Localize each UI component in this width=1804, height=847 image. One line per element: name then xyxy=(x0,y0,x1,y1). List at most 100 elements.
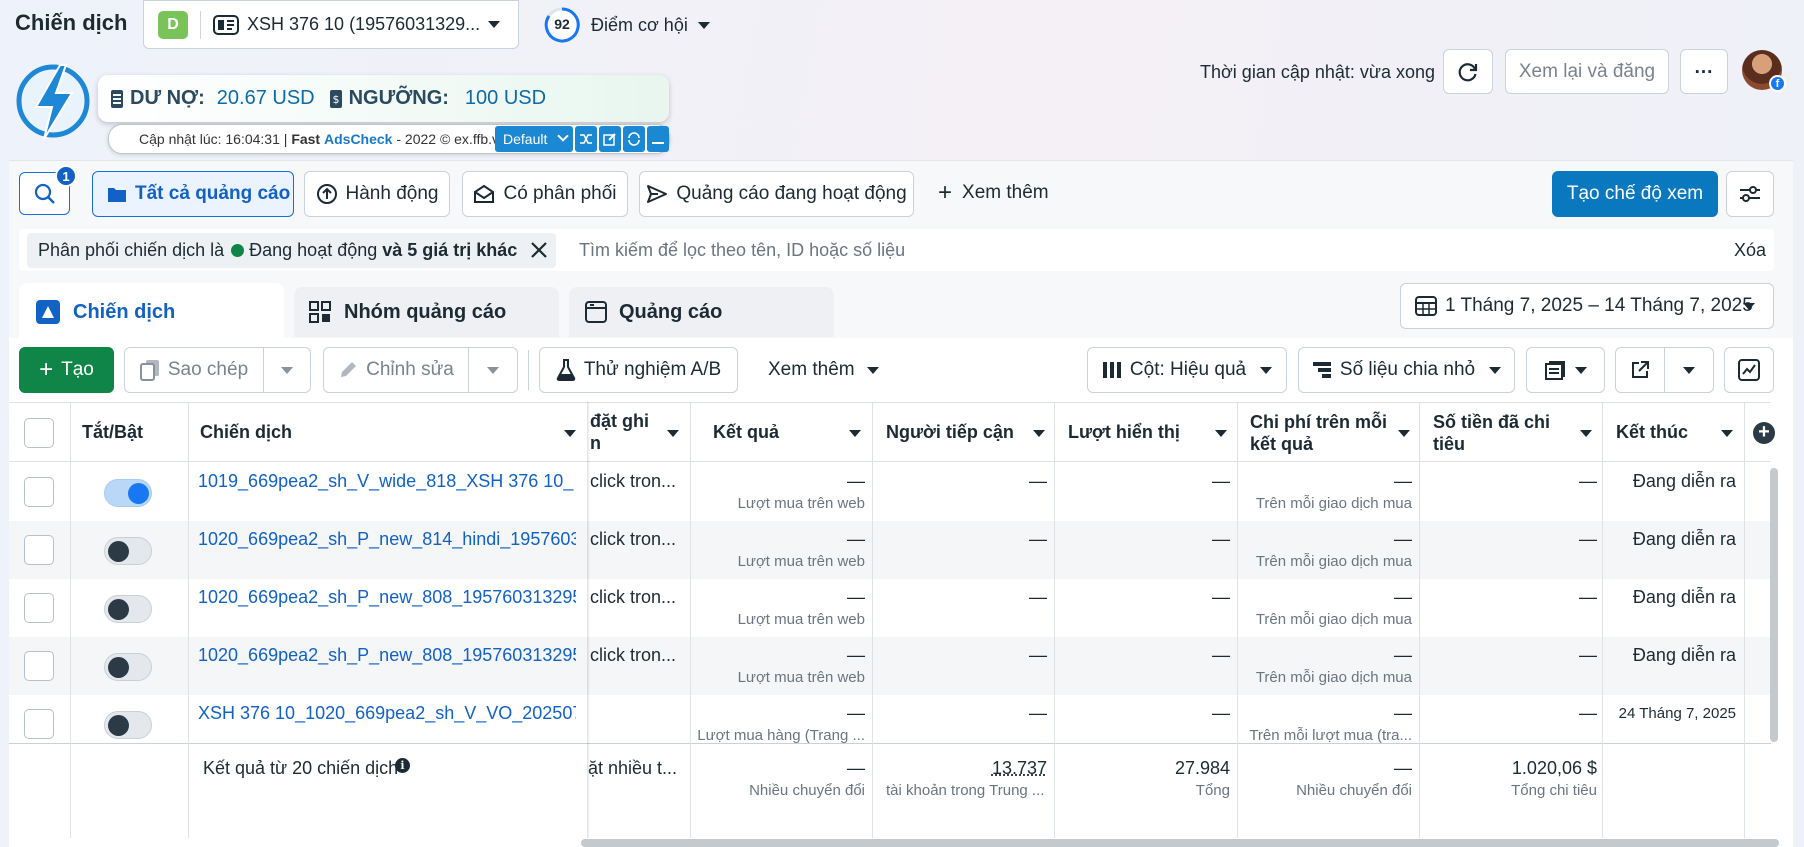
edit-campaign-button[interactable]: Chỉnh sửa xyxy=(323,347,469,393)
row-checkbox[interactable] xyxy=(24,593,54,623)
campaign-name-link[interactable]: 1019_669pea2_sh_V_wide_818_XSH 376 10_ xyxy=(198,471,576,492)
col-results-header[interactable]: Kết quả xyxy=(713,421,779,443)
col-cpr-header[interactable]: Chi phí trên mỗi kết quả xyxy=(1250,411,1387,455)
filter-chip[interactable]: Phân phối chiến dịch là Đang hoạt động v… xyxy=(27,233,556,268)
col-cpr-line1: Chi phí trên mỗi xyxy=(1250,412,1387,432)
plus-icon: + xyxy=(39,356,54,383)
col-toggle-header[interactable]: Tắt/Bật xyxy=(82,421,143,443)
campaign-name-link[interactable]: 1020_669pea2_sh_P_new_814_hindi_19576031… xyxy=(198,529,576,550)
chevron-down-icon[interactable] xyxy=(667,430,679,437)
chevron-down-icon xyxy=(557,130,569,142)
chart-button[interactable] xyxy=(1724,347,1774,393)
info-icon[interactable]: i xyxy=(395,758,410,773)
filter-search-input[interactable]: Tìm kiếm để lọc theo tên, ID hoặc số liệ… xyxy=(579,240,905,261)
row-impressions: — xyxy=(1212,703,1230,723)
summary-result-sub: Nhiều chuyển đổi xyxy=(749,782,865,799)
vertical-scrollbar[interactable] xyxy=(1770,468,1778,742)
shuffle-button[interactable] xyxy=(575,126,597,152)
review-publish-button[interactable]: Xem lại và đăng xyxy=(1505,49,1669,94)
row-cpr: — xyxy=(1394,529,1412,549)
summary-reach-sub: tài khoản trong Trung ... xyxy=(886,782,1045,799)
select-all-checkbox[interactable] xyxy=(24,418,54,448)
col-cpr-line2: kết quả xyxy=(1250,434,1314,454)
row-checkbox[interactable] xyxy=(24,709,54,739)
opportunity-score[interactable]: 92 Điểm cơ hội xyxy=(543,6,710,44)
export-button[interactable] xyxy=(1615,347,1665,393)
more-options-button[interactable]: ... xyxy=(1680,49,1728,94)
horizontal-scrollbar[interactable] xyxy=(581,839,1779,847)
campaign-toggle[interactable] xyxy=(104,595,152,623)
col-end-header[interactable]: Kết thúc xyxy=(1616,421,1688,443)
pencil-icon xyxy=(338,360,358,380)
campaign-toggle[interactable] xyxy=(104,537,152,565)
plus-icon: + xyxy=(938,179,953,206)
campaign-name-link[interactable]: 1020_669pea2_sh_P_new_808_1957603132952.… xyxy=(198,645,576,666)
row-checkbox[interactable] xyxy=(24,477,54,507)
export-dropdown[interactable] xyxy=(1664,347,1714,393)
chip-prefix: Phân phối chiến dịch là xyxy=(38,240,230,260)
chevron-down-icon[interactable] xyxy=(1398,430,1410,437)
clear-filters-button[interactable]: Xóa xyxy=(1734,240,1766,261)
active-ads-button[interactable]: Quảng cáo đang hoạt động xyxy=(639,171,914,217)
chevron-down-icon xyxy=(1683,366,1695,374)
campaign-toggle[interactable] xyxy=(104,653,152,681)
chevron-down-icon xyxy=(1574,366,1587,374)
create-view-button[interactable]: Tạo chế độ xem xyxy=(1552,171,1718,217)
columns-button[interactable]: Cột: Hiệu quả xyxy=(1087,347,1287,393)
toolbar-see-more-button[interactable]: Xem thêm xyxy=(768,359,879,381)
tab-adsets[interactable]: Nhóm quảng cáo xyxy=(294,287,559,337)
edit-dropdown[interactable] xyxy=(468,347,518,393)
campaign-toggle[interactable] xyxy=(104,711,152,739)
create-button[interactable]: + Tạo xyxy=(19,347,114,393)
reports-button[interactable] xyxy=(1526,347,1605,393)
refresh-button[interactable] xyxy=(1443,49,1493,94)
tab-ads-label: Quảng cáo xyxy=(619,300,723,323)
close-icon[interactable] xyxy=(530,241,548,259)
tab-ads[interactable]: Quảng cáo xyxy=(569,287,834,337)
col-campaign-header[interactable]: Chiến dịch xyxy=(200,421,292,443)
chevron-down-icon[interactable] xyxy=(1721,430,1733,437)
tab-campaigns[interactable]: Chiến dịch xyxy=(19,283,284,341)
sync-button[interactable] xyxy=(623,126,645,152)
add-column-icon[interactable]: + xyxy=(1753,422,1775,444)
chevron-down-icon[interactable] xyxy=(1033,430,1045,437)
delivering-button[interactable]: Có phân phối xyxy=(462,171,628,217)
edit-button[interactable] xyxy=(599,126,621,152)
avatar[interactable]: f xyxy=(1742,50,1786,92)
row-reach: — xyxy=(1029,703,1047,723)
row-checkbox[interactable] xyxy=(24,535,54,565)
col-bid-header[interactable]: đặt ghi n xyxy=(590,410,650,454)
actions-button[interactable]: Hành động xyxy=(304,171,450,217)
duplicate-dropdown[interactable] xyxy=(263,347,311,393)
chevron-down-icon[interactable] xyxy=(849,430,861,437)
ab-test-button[interactable]: Thử nghiệm A/B xyxy=(539,347,738,393)
col-impressions-header[interactable]: Lượt hiển thị xyxy=(1068,421,1180,443)
all-ads-button[interactable]: Tất cả quảng cáo xyxy=(92,171,294,217)
update-time: Thời gian cập nhật: vừa xong xyxy=(1200,62,1435,82)
breakdown-button[interactable]: Số liệu chia nhỏ xyxy=(1298,347,1515,393)
all-ads-label: Tất cả quảng cáo xyxy=(135,183,291,204)
minimize-button[interactable] xyxy=(647,126,669,152)
campaign-toggle[interactable] xyxy=(104,479,152,507)
chevron-down-icon[interactable] xyxy=(1580,430,1592,437)
campaign-name-link[interactable]: XSH 376 10_1020_669pea2_sh_V_VO_20250723… xyxy=(198,703,576,724)
report-icon xyxy=(1544,360,1567,380)
search-button[interactable]: 1 xyxy=(19,165,77,215)
col-spent-header[interactable]: Số tiền đã chi tiêu xyxy=(1433,411,1550,455)
col-reach-header[interactable]: Người tiếp cận xyxy=(886,421,1014,443)
see-more-filters-button[interactable]: + Xem thêm xyxy=(938,179,1049,206)
duplicate-button[interactable]: Sao chép xyxy=(124,347,264,393)
chevron-down-icon[interactable] xyxy=(564,430,576,437)
campaign-name-link[interactable]: 1020_669pea2_sh_P_new_808_1957603132952.… xyxy=(198,587,576,608)
ab-test-label: Thử nghiệm A/B xyxy=(583,359,722,380)
score-ring-icon: 92 xyxy=(543,6,581,44)
row-checkbox[interactable] xyxy=(24,651,54,681)
date-range-picker[interactable]: 1 Tháng 7, 2025 – 14 Tháng 7, 2025 xyxy=(1400,283,1774,329)
more-icon: ... xyxy=(1694,56,1714,78)
chevron-down-icon[interactable] xyxy=(1215,430,1227,437)
settings-sliders-button[interactable] xyxy=(1726,171,1774,217)
account-selector[interactable]: D XSH 376 10 (19576031329... xyxy=(143,0,519,49)
row-bid: click tron... xyxy=(590,587,677,607)
profile-select[interactable]: Default xyxy=(495,126,573,152)
summary-reach[interactable]: 13.737 xyxy=(880,758,1047,779)
